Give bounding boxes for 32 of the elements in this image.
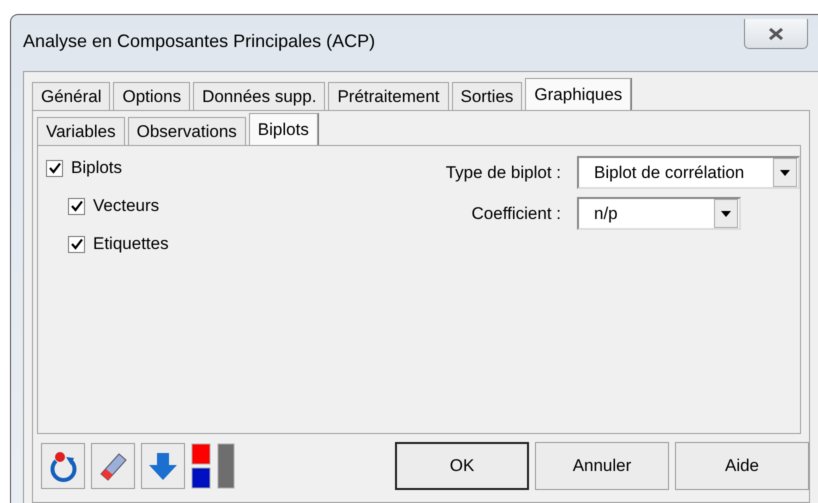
caret-icon [780, 170, 790, 176]
tab[interactable]: Observations [128, 117, 246, 145]
caret-icon [721, 210, 731, 216]
checkbox-option[interactable]: Biplots [46, 158, 376, 178]
tab[interactable]: Biplots [248, 113, 318, 145]
close-button[interactable] [744, 19, 808, 49]
dialog-button[interactable]: OK [395, 442, 529, 490]
checkbox-option[interactable]: Vecteurs [68, 196, 376, 216]
checkmark-icon [48, 162, 60, 174]
tab[interactable]: Variables [37, 117, 125, 145]
close-icon [768, 26, 784, 40]
checkmark-icon [70, 200, 82, 212]
checkmark-icon [70, 238, 82, 250]
tab[interactable]: Options [113, 82, 190, 110]
field-label: Type de biplot : [444, 162, 561, 182]
color-swatch-icon[interactable] [191, 443, 237, 489]
window-title: Analyse en Composantes Principales (ACP) [23, 31, 376, 52]
toolbar-button[interactable] [91, 443, 135, 489]
toolbar-button[interactable] [41, 443, 85, 489]
dropdown-field[interactable]: n/p [577, 197, 741, 230]
dialog-button[interactable]: Aide [675, 442, 809, 490]
dropdown-field[interactable]: Biplot de corrélation [577, 156, 800, 189]
tab[interactable]: Sorties [452, 82, 522, 110]
tab[interactable]: Données supp. [193, 82, 326, 110]
field-label: Coefficient : [470, 204, 561, 224]
checkbox-option[interactable]: Etiquettes [68, 234, 376, 254]
tab[interactable]: Graphiques [525, 78, 632, 110]
dialog-button[interactable]: Annuler [535, 442, 669, 490]
tab[interactable]: Prétraitement [328, 82, 448, 110]
toolbar-button[interactable] [141, 443, 185, 489]
arrow-down-icon [147, 450, 179, 482]
tab[interactable]: Général [32, 82, 110, 110]
